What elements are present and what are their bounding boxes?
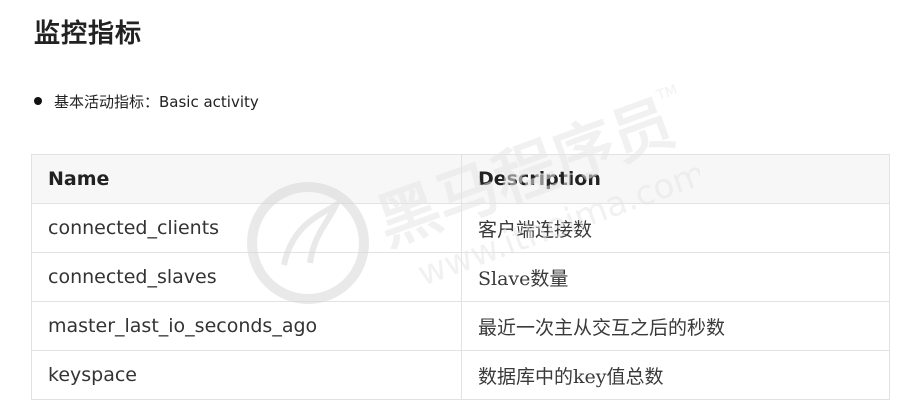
metric-name-cell: connected_slaves xyxy=(31,252,462,302)
metric-description-cell: 数据库中的key值总数 xyxy=(461,350,890,400)
bullet-item: 基本活动指标：Basic activity xyxy=(34,88,259,114)
column-header-description: Description xyxy=(461,154,890,204)
metric-description-cell: Slave数量 xyxy=(461,252,890,302)
table-row: connected_clients 客户端连接数 xyxy=(31,203,890,253)
page-title: 监控指标 xyxy=(34,19,143,49)
metric-name-cell: connected_clients xyxy=(31,203,462,253)
table-row: connected_slaves Slave数量 xyxy=(31,252,890,302)
bullet-text: 基本活动指标：Basic activity xyxy=(54,92,259,111)
metrics-table: Name Description connected_clients 客户端连接… xyxy=(31,154,890,400)
metric-description-cell: 客户端连接数 xyxy=(461,203,890,253)
metric-name-cell: master_last_io_seconds_ago xyxy=(31,301,462,351)
metric-name-cell: keyspace xyxy=(31,350,462,400)
table-header-row: Name Description xyxy=(31,154,890,204)
column-header-name: Name xyxy=(31,154,462,204)
metric-description-cell: 最近一次主从交互之后的秒数 xyxy=(461,301,890,351)
table-row: keyspace 数据库中的key值总数 xyxy=(31,350,890,400)
bullet-dot-icon xyxy=(34,97,42,105)
table-row: master_last_io_seconds_ago 最近一次主从交互之后的秒数 xyxy=(31,301,890,351)
watermark-trademark: TM xyxy=(654,82,680,104)
